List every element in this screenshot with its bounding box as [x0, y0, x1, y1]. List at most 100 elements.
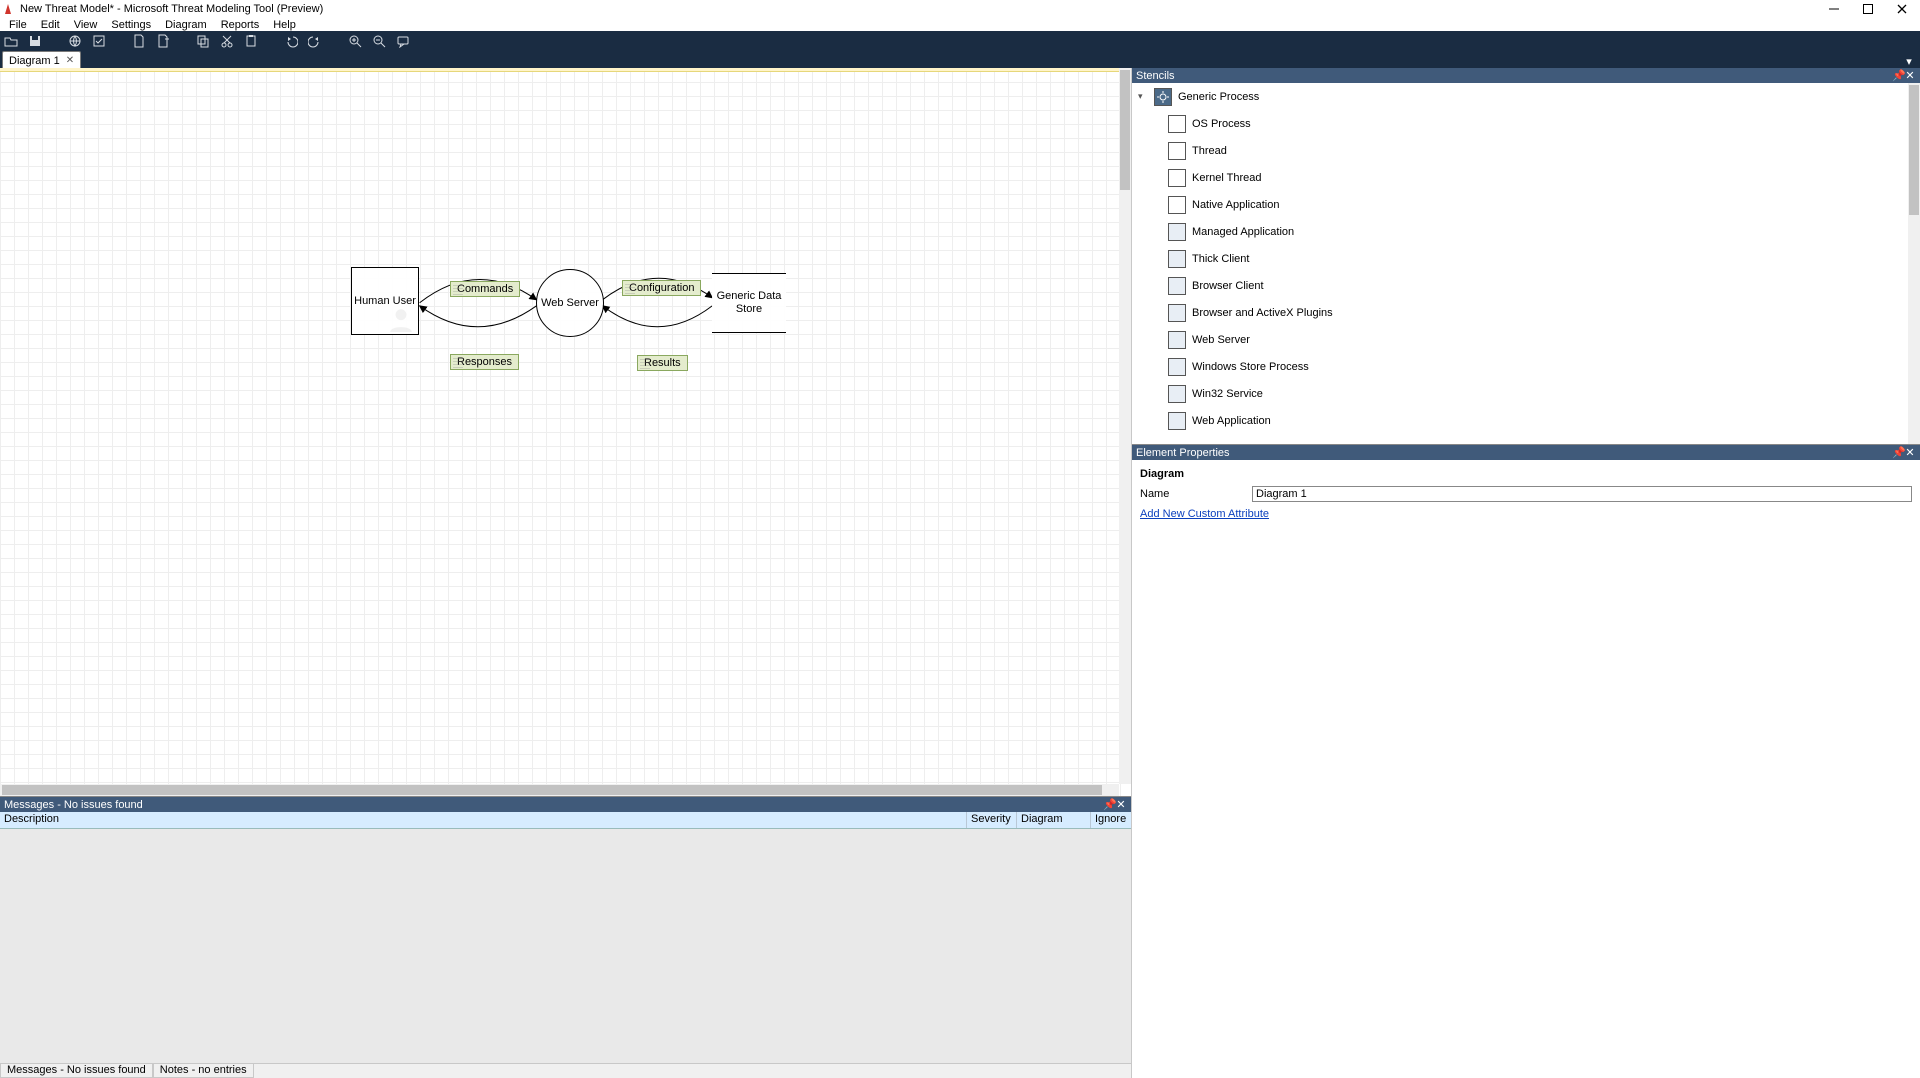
flow-label-text: Configuration [629, 282, 694, 294]
stencil-label: Kernel Thread [1192, 172, 1262, 184]
stencils-panel: Stencils 📌 ✕ ▾ Generic Process OS Proces… [1132, 68, 1920, 444]
stencil-win32-service[interactable]: Win32 Service [1132, 380, 1920, 407]
pin-icon[interactable]: 📌 [1103, 798, 1115, 811]
diagram-tabstrip: Diagram 1 ✕ ▾ [0, 50, 1920, 68]
status-notes[interactable]: Notes - no entries [153, 1064, 254, 1078]
thick-client-icon [1168, 250, 1186, 268]
menu-reports[interactable]: Reports [214, 19, 267, 31]
menu-edit[interactable]: Edit [34, 19, 67, 31]
node-web-server[interactable]: Web Server [536, 269, 604, 337]
menu-help[interactable]: Help [266, 19, 303, 31]
stencil-label: Generic Process [1178, 91, 1259, 103]
new-page-icon[interactable] [132, 34, 146, 48]
menu-bar: File Edit View Settings Diagram Reports … [0, 18, 1920, 31]
canvas-vertical-scrollbar[interactable] [1119, 68, 1131, 784]
web-icon[interactable] [68, 34, 82, 48]
stencil-os-process[interactable]: OS Process [1132, 110, 1920, 137]
validate-icon[interactable] [92, 34, 106, 48]
title-bar: New Threat Model* - Microsoft Threat Mod… [0, 0, 1920, 18]
window-title: New Threat Model* - Microsoft Threat Mod… [20, 3, 1826, 15]
close-icon[interactable]: ✕ [1904, 446, 1916, 459]
flow-commands[interactable]: Commands [450, 281, 520, 297]
close-icon[interactable]: ✕ [1904, 69, 1916, 82]
canvas-horizontal-scrollbar[interactable] [0, 784, 1119, 796]
paste-icon[interactable] [244, 34, 258, 48]
stencil-label: Browser and ActiveX Plugins [1192, 307, 1333, 319]
stencil-label: Windows Store Process [1192, 361, 1309, 373]
service-icon [1168, 385, 1186, 403]
app-icon [4, 3, 16, 15]
status-messages[interactable]: Messages - No issues found [0, 1064, 153, 1078]
node-human-user[interactable]: Human User [351, 267, 419, 335]
menu-settings[interactable]: Settings [104, 19, 158, 31]
stencil-web-application[interactable]: Web Application [1132, 407, 1920, 434]
element-properties-section: Diagram [1140, 468, 1912, 480]
messages-body [0, 829, 1131, 1063]
close-button[interactable] [1894, 2, 1910, 16]
stencil-label: OS Process [1192, 118, 1251, 130]
tab-label: Diagram 1 [9, 55, 60, 67]
stencil-native-application[interactable]: Native Application [1132, 191, 1920, 218]
tree-toggle-icon[interactable]: ▾ [1138, 91, 1148, 102]
name-label: Name [1140, 488, 1246, 500]
stencil-label: Win32 Service [1192, 388, 1263, 400]
stencil-thread[interactable]: Thread [1132, 137, 1920, 164]
tabstrip-dropdown-icon[interactable]: ▾ [1902, 54, 1916, 68]
col-severity[interactable]: Severity [967, 812, 1017, 828]
col-ignore[interactable]: Ignore [1091, 812, 1131, 828]
stencil-browser-activex[interactable]: Browser and ActiveX Plugins [1132, 299, 1920, 326]
open-icon[interactable] [4, 34, 18, 48]
flow-configuration[interactable]: Configuration [622, 280, 701, 296]
stencil-thick-client[interactable]: Thick Client [1132, 245, 1920, 272]
cut-icon[interactable] [220, 34, 234, 48]
stencil-generic-process[interactable]: ▾ Generic Process [1132, 83, 1920, 110]
store-icon [1168, 358, 1186, 376]
toolbar [0, 31, 1920, 50]
flow-label-text: Responses [457, 356, 512, 368]
tab-diagram-1[interactable]: Diagram 1 ✕ [2, 51, 81, 68]
flow-label-text: Commands [457, 283, 513, 295]
zoom-out-icon[interactable] [372, 34, 386, 48]
undo-icon[interactable] [284, 34, 298, 48]
zoom-in-icon[interactable] [348, 34, 362, 48]
add-custom-attribute-link[interactable]: Add New Custom Attribute [1140, 508, 1269, 520]
feedback-icon[interactable] [396, 34, 410, 48]
process-icon [1168, 169, 1186, 187]
stencil-kernel-thread[interactable]: Kernel Thread [1132, 164, 1920, 191]
stencil-label: Managed Application [1192, 226, 1294, 238]
name-input[interactable] [1252, 486, 1912, 502]
tab-close-icon[interactable]: ✕ [66, 55, 74, 66]
managed-app-icon [1168, 223, 1186, 241]
col-description[interactable]: Description [0, 812, 967, 828]
node-label: Generic Data Store [716, 290, 782, 316]
close-icon[interactable]: ✕ [1115, 798, 1127, 811]
stencil-managed-application[interactable]: Managed Application [1132, 218, 1920, 245]
stencils-header: Stencils 📌 ✕ [1132, 68, 1920, 83]
pin-icon[interactable]: 📌 [1892, 69, 1904, 82]
web-server-icon [1168, 331, 1186, 349]
flow-results[interactable]: Results [637, 355, 688, 371]
save-icon[interactable] [28, 34, 42, 48]
stencil-label: Web Application [1192, 415, 1271, 427]
redo-icon[interactable] [308, 34, 322, 48]
node-data-store[interactable]: Generic Data Store [712, 273, 786, 333]
minimize-button[interactable] [1826, 2, 1842, 16]
menu-diagram[interactable]: Diagram [158, 19, 214, 31]
status-bar: Messages - No issues found Notes - no en… [0, 1063, 1131, 1078]
stencil-browser-client[interactable]: Browser Client [1132, 272, 1920, 299]
stencil-web-server[interactable]: Web Server [1132, 326, 1920, 353]
maximize-button[interactable] [1860, 2, 1876, 16]
flow-responses[interactable]: Responses [450, 354, 519, 370]
element-properties-title: Element Properties [1136, 447, 1230, 459]
stencils-tree[interactable]: ▾ Generic Process OS Process Thread Kern… [1132, 83, 1920, 444]
copy-icon[interactable] [196, 34, 210, 48]
diagram-canvas[interactable]: Human User Web Server Generic Data Store… [0, 68, 1131, 796]
pin-icon[interactable]: 📌 [1892, 446, 1904, 459]
stencil-label: Thread [1192, 145, 1227, 157]
menu-view[interactable]: View [67, 19, 105, 31]
stencils-scrollbar[interactable] [1908, 83, 1920, 444]
duplicate-page-icon[interactable] [156, 34, 170, 48]
col-diagram[interactable]: Diagram [1017, 812, 1091, 828]
menu-file[interactable]: File [2, 19, 34, 31]
stencil-windows-store-process[interactable]: Windows Store Process [1132, 353, 1920, 380]
